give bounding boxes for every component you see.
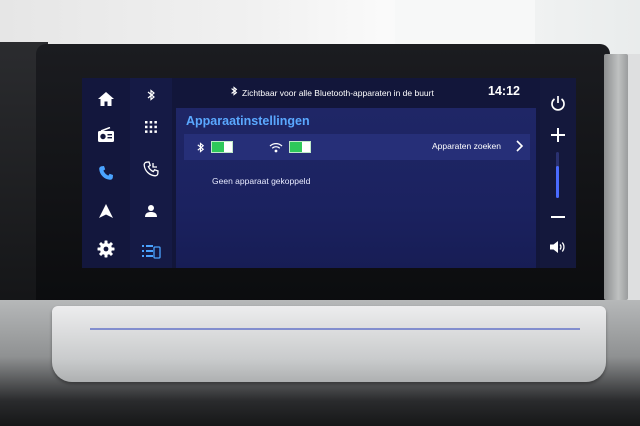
settings-icon [97,240,115,258]
power-button[interactable] [540,88,576,118]
bluetooth-menu-button[interactable] [130,78,172,112]
dashboard-right-edge [626,54,640,304]
search-devices-link[interactable]: Apparaten zoeken [432,141,501,151]
plus-icon [551,128,565,142]
power-icon [551,96,565,111]
settings-button[interactable] [82,230,130,268]
radio-icon [98,127,114,142]
speaker-icon [550,241,565,253]
ambient-light-strip [90,328,580,330]
call-log-icon [143,161,159,177]
display-side-bezel [604,54,628,300]
bluetooth-icon [147,89,155,101]
infotainment-screen: Zichtbaar voor alle Bluetooth-apparaten … [82,78,576,268]
wifi-toggle[interactable] [289,141,311,153]
status-bar: Zichtbaar voor alle Bluetooth-apparaten … [172,78,576,104]
device-list-button[interactable] [130,234,172,268]
bluetooth-toggle[interactable] [211,141,233,153]
phone-icon [99,166,113,180]
wifi-icon [269,142,283,153]
contacts-button[interactable] [130,194,172,228]
volume-level-fill [556,165,559,198]
volume-slider[interactable] [556,152,559,198]
chevron-right-icon[interactable] [514,138,524,159]
phone-button[interactable] [82,154,130,192]
contacts-icon [145,205,157,217]
audio-button[interactable] [540,232,576,262]
keypad-icon [145,121,157,133]
no-device-message: Geen apparaat gekoppeld [212,176,311,186]
dashboard-trim [52,306,606,382]
connectivity-row: Apparaten zoeken [184,134,530,160]
home-icon [98,92,114,106]
main-nav-rail [82,78,130,268]
device-settings-panel: Apparaatinstellingen Apparaten zoeken Ge… [176,108,536,268]
minus-icon [551,216,565,218]
navigation-button[interactable] [82,192,130,230]
bluetooth-icon [196,141,205,153]
page-title: Apparaatinstellingen [186,114,310,128]
navigation-icon [99,204,113,218]
call-log-button[interactable] [130,152,172,186]
clock: 14:12 [488,84,520,98]
volume-down-button[interactable] [540,202,576,232]
volume-up-button[interactable] [540,120,576,150]
home-button[interactable] [82,80,130,118]
right-control-rail [540,78,576,268]
radio-button[interactable] [82,116,130,154]
device-list-icon [142,245,161,259]
keypad-button[interactable] [130,110,172,144]
bluetooth-visibility-text: Zichtbaar voor alle Bluetooth-apparaten … [242,88,434,98]
bluetooth-visibility-status: Zichtbaar voor alle Bluetooth-apparaten … [230,86,434,98]
phone-submenu-rail [130,78,172,268]
bluetooth-icon [230,86,238,98]
